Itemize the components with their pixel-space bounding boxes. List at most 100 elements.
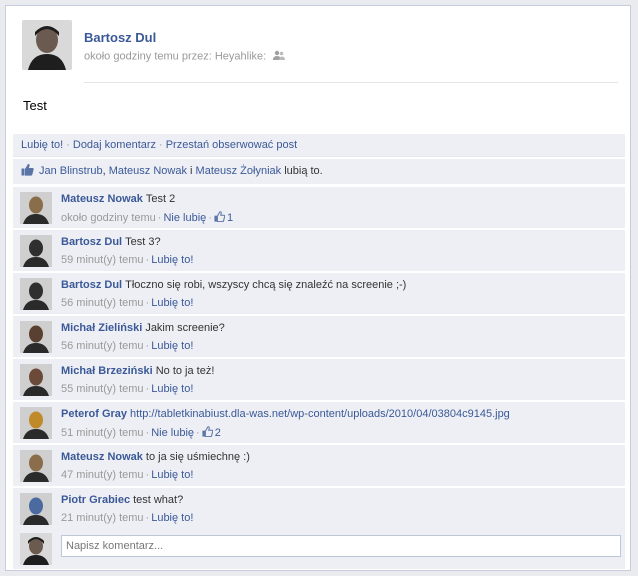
comment-meta: 56 minut(y) temu · Lubię to! [61,297,193,309]
avatar-face [29,282,43,300]
commenter-avatar[interactable] [20,235,52,267]
comment-row: Bartosz Dul Tłoczno się robi, wszyscy chc… [13,273,625,314]
liker-name[interactable]: Jan Blinstrub [39,165,103,177]
comment-body: Mateusz Nowak Test 2 [61,193,175,205]
comment-meta: 51 minut(y) temu · Nie lubię · 2 [61,426,221,439]
like-post-link[interactable]: Lubię to! [21,139,63,151]
comment-body: Peterof Gray http://tabletkinabiust.dla-w… [61,408,510,420]
comment-composer [13,529,625,569]
post-meta-text: około godziny temu przez: Heyahlike: [84,50,267,63]
author-name[interactable]: Bartosz Dul [84,30,156,45]
header-divider [84,82,618,83]
author-avatar[interactable] [22,20,72,70]
comment-body: Bartosz Dul Test 3? [61,236,161,248]
comment-text: Tłoczno się robi, wszyscy chcą się znale… [125,279,407,291]
comment-author[interactable]: Peterof Gray [61,408,127,420]
liker-name[interactable]: Mateusz Żołyniak [196,165,282,177]
post-container: Bartosz Dul około godziny temu przez: He… [5,5,631,571]
separator: · [208,212,212,224]
comment-author[interactable]: Bartosz Dul [61,236,122,248]
post-header: Bartosz Dul około godziny temu przez: He… [22,20,618,83]
commenter-avatar[interactable] [20,450,52,482]
comment-row: Mateusz Nowak to ja się uśmiechnę :) 47 mi… [13,445,625,486]
post-meta: około godziny temu przez: Heyahlike: [84,50,286,63]
avatar-face [29,411,43,429]
comment-author[interactable]: Michał Brzeziński [61,365,153,377]
composer-avatar [20,533,52,565]
comment-body: Michał Zieliński Jakim screenie? [61,322,225,334]
commenter-avatar[interactable] [20,364,52,396]
comment-row: Piotr Grabiec test what? 21 minut(y) temu ·… [13,488,625,529]
comment-like-link[interactable]: Nie lubię [151,427,194,439]
comment-meta: 59 minut(y) temu · Lubię to! [61,254,193,266]
comment-like-link[interactable]: Lubię to! [151,469,193,481]
add-comment-link[interactable]: Dodaj komentarz [73,139,156,151]
thumbs-up-icon [214,211,227,224]
post-text: Test [23,98,47,113]
comment-time: 55 minut(y) temu [61,383,144,395]
like-count-value: 2 [214,427,221,439]
comment-like-link[interactable]: Lubię to! [151,297,193,309]
comment-like-count[interactable]: 1 [214,211,234,224]
comment-time: 59 minut(y) temu [61,254,144,266]
comment-like-link[interactable]: Lubię to! [151,512,193,524]
likes-suffix: lubią to. [281,165,323,177]
separator: · [159,139,163,151]
comment-author[interactable]: Mateusz Nowak [61,451,143,463]
post-actions: Lubię to! · Dodaj komentarz · Przestań obser… [13,134,625,157]
comment-text: to ja się uśmiechnę :) [145,451,250,463]
comment-like-link[interactable]: Lubię to! [151,383,193,395]
comment-row: Mateusz Nowak Test 2 około godziny temu · Ni… [13,187,625,228]
comment-time: 56 minut(y) temu [61,340,144,352]
comment-time: 21 minut(y) temu [61,512,144,524]
thumbs-up-icon [21,161,34,186]
comment-text: Jakim screenie? [145,322,225,334]
avatar-face [29,239,43,257]
avatar-face [29,368,43,386]
likes-summary: Jan Blinstrub, Mateusz Nowak i Mateusz Ż… [13,159,625,184]
comment-meta: 55 minut(y) temu · Lubię to! [61,383,193,395]
commenter-avatar[interactable] [20,493,52,525]
likes-separator: i [186,165,196,177]
comment-text: Test 2 [145,193,176,205]
avatar-face [29,196,43,214]
commenter-avatar[interactable] [20,192,52,224]
friends-icon [273,50,286,63]
comment-like-count[interactable]: 2 [202,426,221,439]
comment-input[interactable] [61,535,621,557]
comment-meta: 21 minut(y) temu · Lubię to! [61,512,193,524]
comment-author[interactable]: Michał Zieliński [61,322,142,334]
comment-row: Michał Brzeziński No to ja też! 55 minut(y… [13,359,625,400]
comment-time: 47 minut(y) temu [61,469,144,481]
comment-like-link[interactable]: Lubię to! [151,340,193,352]
liker-name[interactable]: Mateusz Nowak [109,165,187,177]
separator: · [66,139,70,151]
commenter-avatar[interactable] [20,407,52,439]
comment-body: Piotr Grabiec test what? [61,494,183,506]
unfollow-post-link[interactable]: Przestań obserwować post [166,139,297,151]
comment-meta: około godziny temu · Nie lubię · 1 [61,211,233,224]
separator: · [196,427,200,439]
comment-body: Bartosz Dul Tłoczno się robi, wszyscy chc… [61,279,406,291]
comment-meta: 56 minut(y) temu · Lubię to! [61,340,193,352]
comment-row: Bartosz Dul Test 3? 59 minut(y) temu · Lubię… [13,230,625,271]
comment-row: Peterof Gray http://tabletkinabiust.dla-w… [13,402,625,443]
commenter-avatar[interactable] [20,321,52,353]
comment-link[interactable]: http://tabletkinabiust.dla-was.net/wp-co… [130,408,510,420]
comment-like-link[interactable]: Lubię to! [151,254,193,266]
comment-row: Michał Zieliński Jakim screenie? 56 minut(… [13,316,625,357]
comment-body: Michał Brzeziński No to ja też! [61,365,214,377]
comment-time: 51 minut(y) temu [61,427,144,439]
comment-time: około godziny temu [61,212,156,224]
comment-author[interactable]: Mateusz Nowak [61,193,143,205]
comment-author[interactable]: Piotr Grabiec [61,494,130,506]
comment-author[interactable]: Bartosz Dul [61,279,122,291]
comment-like-link[interactable]: Nie lubię [163,212,206,224]
thumbs-up-icon [202,426,215,439]
comment-time: 56 minut(y) temu [61,297,144,309]
commenter-avatar[interactable] [20,278,52,310]
comment-text: No to ja też! [155,365,215,377]
avatar-face [29,325,43,343]
like-count-value: 1 [226,212,234,224]
avatar-face [29,497,43,515]
